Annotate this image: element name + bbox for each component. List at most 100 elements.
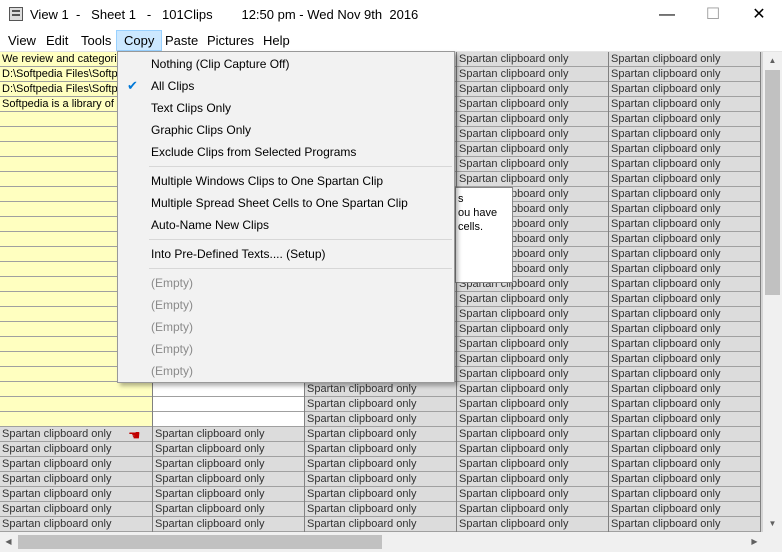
- grid-cell[interactable]: Spartan clipboard only: [0, 457, 152, 472]
- grid-cell[interactable]: Spartan clipboard only: [609, 457, 760, 472]
- grid-cell[interactable]: Spartan clipboard only: [609, 157, 760, 172]
- grid-cell[interactable]: Spartan clipboard only: [457, 82, 608, 97]
- grid-cell[interactable]: Spartan clipboard only: [305, 517, 456, 532]
- grid-cell[interactable]: Spartan clipboard only: [305, 382, 456, 397]
- app-icon[interactable]: [9, 7, 23, 21]
- vertical-scroll-thumb[interactable]: [765, 70, 780, 295]
- menu-option-auto-name[interactable]: Auto-Name New Clips: [118, 214, 454, 236]
- grid-cell[interactable]: Spartan clipboard only: [609, 277, 760, 292]
- grid-cell[interactable]: Spartan clipboard only: [153, 442, 304, 457]
- grid-cell[interactable]: Spartan clipboard only: [609, 382, 760, 397]
- menu-option-graphic-clips[interactable]: Graphic Clips Only: [118, 119, 454, 141]
- grid-cell[interactable]: Spartan clipboard only: [305, 397, 456, 412]
- grid-cell[interactable]: Spartan clipboard only: [609, 82, 760, 97]
- grid-cell[interactable]: Spartan clipboard only: [609, 307, 760, 322]
- grid-cell[interactable]: Spartan clipboard only: [153, 502, 304, 517]
- grid-cell[interactable]: Spartan clipboard only: [457, 502, 608, 517]
- grid-cell[interactable]: Spartan clipboard only: [609, 262, 760, 277]
- horizontal-scrollbar[interactable]: ◀ ▶: [0, 532, 763, 552]
- grid-cell[interactable]: Spartan clipboard only: [457, 307, 608, 322]
- grid-cell[interactable]: Spartan clipboard only: [457, 472, 608, 487]
- menu-help[interactable]: Help: [256, 30, 297, 51]
- menu-option-predefined-texts[interactable]: Into Pre-Defined Texts.... (Setup): [118, 243, 454, 265]
- menu-option-exclude-programs[interactable]: Exclude Clips from Selected Programs: [118, 141, 454, 163]
- grid-cell[interactable]: Spartan clipboard only: [0, 472, 152, 487]
- grid-cell[interactable]: Spartan clipboard only: [0, 502, 152, 517]
- grid-cell[interactable]: Spartan clipboard only: [457, 292, 608, 307]
- grid-cell[interactable]: Spartan clipboard only: [457, 397, 608, 412]
- grid-cell[interactable]: Spartan clipboard only: [609, 217, 760, 232]
- grid-cell[interactable]: [153, 412, 304, 427]
- scroll-up-arrow-icon[interactable]: ▲: [763, 52, 782, 69]
- scroll-down-arrow-icon[interactable]: ▼: [763, 515, 782, 532]
- grid-cell[interactable]: Spartan clipboard only: [457, 412, 608, 427]
- grid-cell[interactable]: Spartan clipboard only: [457, 127, 608, 142]
- grid-cell[interactable]: Spartan clipboard only: [153, 517, 304, 532]
- grid-cell[interactable]: Spartan clipboard only: [305, 457, 456, 472]
- grid-cell[interactable]: Spartan clipboard only: [457, 337, 608, 352]
- close-button[interactable]: ✕: [736, 0, 782, 30]
- grid-cell[interactable]: Spartan clipboard only: [457, 142, 608, 157]
- grid-cell[interactable]: Spartan clipboard only: [609, 112, 760, 127]
- grid-cell[interactable]: Spartan clipboard only: [609, 427, 760, 442]
- grid-cell[interactable]: Spartan clipboard only: [609, 442, 760, 457]
- grid-cell[interactable]: Spartan clipboard only: [457, 442, 608, 457]
- menu-edit[interactable]: Edit: [39, 30, 75, 51]
- menu-option-text-clips[interactable]: Text Clips Only: [118, 97, 454, 119]
- menu-view[interactable]: View: [1, 30, 43, 51]
- grid-cell[interactable]: Spartan clipboard only: [153, 457, 304, 472]
- grid-cell[interactable]: [0, 382, 152, 397]
- grid-cell[interactable]: Spartan clipboard only: [457, 67, 608, 82]
- grid-cell[interactable]: Spartan clipboard only: [457, 322, 608, 337]
- grid-cell[interactable]: Spartan clipboard only: [609, 292, 760, 307]
- grid-cell[interactable]: Spartan clipboard only: [305, 442, 456, 457]
- grid-cell[interactable]: Spartan clipboard only: [153, 472, 304, 487]
- grid-cell[interactable]: Spartan clipboard only: [457, 112, 608, 127]
- grid-cell[interactable]: Spartan clipboard only: [609, 67, 760, 82]
- grid-cell[interactable]: Spartan clipboard only: [609, 97, 760, 112]
- grid-cell[interactable]: Spartan clipboard only: [609, 202, 760, 217]
- grid-cell[interactable]: Spartan clipboard only: [457, 367, 608, 382]
- grid-cell[interactable]: Spartan clipboard only: [153, 427, 304, 442]
- grid-cell[interactable]: [0, 397, 152, 412]
- menu-option-nothing[interactable]: Nothing (Clip Capture Off): [118, 53, 454, 75]
- menu-copy[interactable]: Copy: [116, 30, 163, 51]
- grid-cell[interactable]: Spartan clipboard only: [457, 157, 608, 172]
- grid-cell[interactable]: Spartan clipboard only: [609, 412, 760, 427]
- grid-cell[interactable]: Spartan clipboard only: [609, 232, 760, 247]
- scroll-left-arrow-icon[interactable]: ◀: [0, 532, 17, 552]
- grid-cell[interactable]: Spartan clipboard only: [457, 517, 608, 532]
- grid-cell[interactable]: Spartan clipboard only: [457, 352, 608, 367]
- menu-pictures[interactable]: Pictures: [200, 30, 261, 51]
- grid-cell[interactable]: Spartan clipboard only: [609, 187, 760, 202]
- grid-cell[interactable]: Spartan clipboard only: [609, 502, 760, 517]
- grid-cell[interactable]: Spartan clipboard only: [457, 52, 608, 67]
- grid-cell[interactable]: [153, 382, 304, 397]
- menu-paste[interactable]: Paste: [158, 30, 205, 51]
- grid-cell[interactable]: Spartan clipboard only: [609, 367, 760, 382]
- grid-cell[interactable]: Spartan clipboard only: [609, 127, 760, 142]
- menu-option-multiple-cells[interactable]: Multiple Spread Sheet Cells to One Spart…: [118, 192, 454, 214]
- grid-cell[interactable]: Spartan clipboard only: [305, 487, 456, 502]
- grid-cell[interactable]: Spartan clipboard only: [305, 412, 456, 427]
- menu-option-multiple-windows[interactable]: Multiple Windows Clips to One Spartan Cl…: [118, 170, 454, 192]
- grid-cell[interactable]: Spartan clipboard only: [305, 472, 456, 487]
- grid-cell[interactable]: Spartan clipboard only: [609, 52, 760, 67]
- grid-cell[interactable]: Spartan clipboard only: [457, 172, 608, 187]
- grid-cell[interactable]: Spartan clipboard only: [609, 487, 760, 502]
- grid-cell[interactable]: Spartan clipboard only: [609, 247, 760, 262]
- grid-cell[interactable]: Spartan clipboard only: [609, 472, 760, 487]
- grid-cell[interactable]: Spartan clipboard only: [457, 427, 608, 442]
- grid-cell[interactable]: [153, 397, 304, 412]
- grid-cell[interactable]: [0, 412, 152, 427]
- grid-cell[interactable]: Spartan clipboard only: [457, 97, 608, 112]
- vertical-scrollbar[interactable]: ▲ ▼: [763, 52, 782, 532]
- grid-cell[interactable]: Spartan clipboard only: [609, 142, 760, 157]
- grid-cell[interactable]: Spartan clipboard only: [305, 427, 456, 442]
- scroll-right-arrow-icon[interactable]: ▶: [746, 532, 763, 552]
- menu-option-all-clips[interactable]: ✔ All Clips: [118, 75, 454, 97]
- grid-cell[interactable]: Spartan clipboard only: [0, 442, 152, 457]
- grid-cell[interactable]: Spartan clipboard only: [0, 487, 152, 502]
- grid-cell[interactable]: Spartan clipboard only: [457, 382, 608, 397]
- horizontal-scroll-thumb[interactable]: [18, 535, 382, 549]
